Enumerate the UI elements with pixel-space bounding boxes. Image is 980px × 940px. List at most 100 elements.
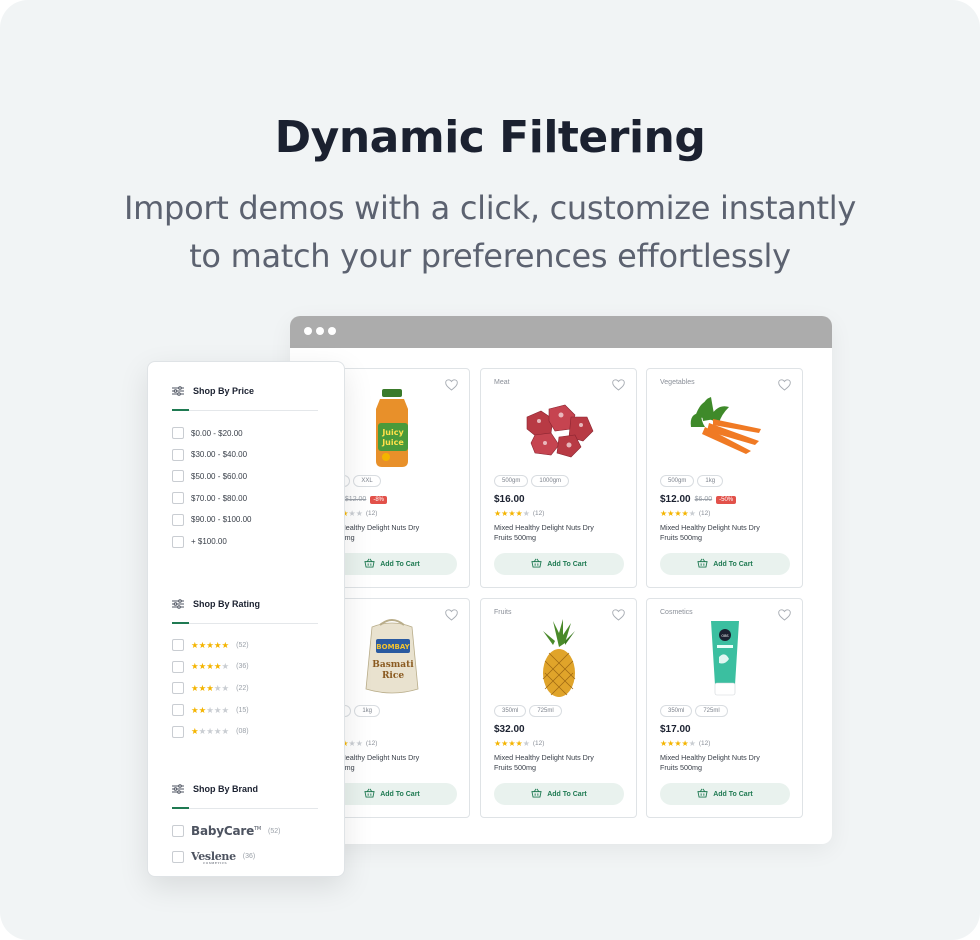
basket-icon	[531, 788, 542, 800]
add-to-cart-button[interactable]: Add To Cart	[660, 553, 790, 575]
add-to-cart-button[interactable]: Add To Cart	[494, 553, 624, 575]
brand-count: (52)	[268, 827, 281, 835]
product-card[interactable]: Cosmetics OBS 350ml 725ml $17.00 ★★★★★ (12) Mix…	[646, 598, 803, 818]
rating-filter-option[interactable]: ★★★★★ (15)	[172, 704, 249, 717]
product-name[interactable]: xed Healthy Delight Nuts Drys 500mg	[327, 753, 457, 773]
product-category: Meat	[494, 379, 510, 386]
checkbox[interactable]	[172, 725, 184, 738]
price-range-label: $90.00 - $100.00	[191, 515, 252, 525]
wishlist-heart-icon[interactable]	[445, 378, 458, 391]
rating-filter-option[interactable]: ★★★★★ (36)	[172, 660, 249, 673]
product-image-meat-cubes[interactable]	[509, 387, 609, 469]
product-price: $17.00	[660, 724, 691, 735]
add-to-cart-button[interactable]: Add To Cart	[660, 783, 790, 805]
variant-tag[interactable]: 1000gm	[531, 475, 570, 487]
checkbox[interactable]	[172, 704, 184, 717]
price-filter-option[interactable]: $0.00 - $20.00	[172, 427, 243, 439]
product-image-juice-bottle[interactable]: Juicy Juice	[342, 387, 442, 469]
wishlist-heart-icon[interactable]	[445, 608, 458, 621]
variant-tag[interactable]: 725ml	[529, 705, 562, 717]
rating-count: (52)	[236, 641, 249, 649]
brand-option-veslene[interactable]: Veslene COSMETICS (36)	[172, 850, 256, 865]
price-filter-option[interactable]: + $100.00	[172, 535, 227, 548]
filter-divider	[172, 807, 318, 809]
checkbox[interactable]	[172, 513, 184, 526]
rating-stars-icon: ★★★★★	[191, 704, 230, 715]
brand-count: (36)	[242, 853, 256, 860]
price-filter-option[interactable]: $70.00 - $80.00	[172, 492, 247, 505]
variant-tag[interactable]: XXL	[353, 475, 381, 487]
product-card[interactable]: Vegetables 500gm 1kg $12.00 $6.00 -50% ★★★★★ (1…	[646, 368, 803, 588]
wishlist-heart-icon[interactable]	[612, 608, 625, 621]
product-image-carrots[interactable]	[675, 387, 775, 469]
variant-tag[interactable]: 500gm	[494, 475, 529, 487]
product-category: Fruits	[494, 609, 512, 616]
variant-tag[interactable]: 500gm	[660, 475, 695, 487]
product-rating: ★★★★★(12)	[660, 739, 710, 748]
price-filter-option[interactable]: $30.00 - $40.00	[172, 448, 247, 461]
filter-heading-label: Shop By Rating	[193, 599, 260, 609]
brand-option-babycare[interactable]: BabyCareTM (52)	[172, 824, 280, 838]
basket-icon	[531, 558, 542, 570]
hero-subtitle-line-2: to match your preferences effortlessly	[189, 237, 791, 275]
price-row: $17.00	[660, 724, 691, 735]
price-filter-option[interactable]: $90.00 - $100.00	[172, 513, 252, 526]
rating-filter-option[interactable]: ★★★★★ (22)	[172, 682, 249, 695]
price-range-label: + $100.00	[191, 537, 227, 546]
wishlist-heart-icon[interactable]	[778, 378, 791, 391]
product-name[interactable]: Mixed Healthy Delight Nuts Dry Fruits 500…	[494, 523, 624, 543]
checkbox[interactable]	[172, 427, 184, 439]
add-to-cart-button[interactable]: Add To Cart	[494, 783, 624, 805]
variant-tag[interactable]: 725ml	[695, 705, 728, 717]
checkbox[interactable]	[172, 825, 184, 837]
variant-tag[interactable]: 1kg	[354, 705, 381, 717]
variant-tag[interactable]: 350ml	[494, 705, 527, 717]
rating-filter-option[interactable]: ★★★★★ (52)	[172, 639, 249, 651]
add-to-cart-button[interactable]: Add To Cart	[327, 553, 457, 575]
product-image-cosmetic-tube[interactable]: OBS	[675, 617, 775, 699]
checkbox[interactable]	[172, 660, 184, 673]
product-name[interactable]: xed Healthy Delight Nuts Drys 500mg	[327, 523, 457, 543]
svg-text:Rice: Rice	[382, 671, 404, 681]
rating-count: (36)	[236, 663, 249, 671]
review-count: (12)	[532, 510, 545, 517]
product-name[interactable]: Mixed Healthy Delight Nuts Dry Fruits 500…	[494, 753, 624, 773]
checkbox[interactable]	[172, 535, 184, 548]
variant-tag[interactable]: 350ml	[660, 705, 693, 717]
svg-text:Basmati: Basmati	[372, 660, 414, 670]
wishlist-heart-icon[interactable]	[612, 378, 625, 391]
variant-tag[interactable]: 1kg	[697, 475, 724, 487]
price-range-label: $0.00 - $20.00	[191, 428, 243, 438]
checkbox[interactable]	[172, 639, 184, 651]
checkbox[interactable]	[172, 448, 184, 461]
rating-stars-icon: ★★★★★	[494, 509, 530, 518]
product-card[interactable]: Fruits 350ml 725ml $32.00 ★★★★★ (12) Mixed Hea…	[480, 598, 637, 818]
svg-text:BOMBAY: BOMBAY	[376, 643, 410, 651]
rating-filter-option[interactable]: ★★★★★ (08)	[172, 725, 249, 738]
product-name[interactable]: Mixed Healthy Delight Nuts Dry Fruits 500…	[660, 753, 790, 773]
price-filter-option[interactable]: $50.00 - $60.00	[172, 470, 248, 483]
product-price: $32.00	[494, 724, 525, 735]
rating-stars-icon: ★★★★★	[191, 661, 230, 672]
review-count: (12)	[532, 740, 545, 747]
rating-stars-icon: ★★★★★	[494, 739, 530, 748]
rating-count: (08)	[236, 728, 249, 736]
add-to-cart-button[interactable]: Add To Cart	[327, 783, 457, 805]
checkbox[interactable]	[172, 850, 184, 863]
product-image-rice-bag[interactable]: BOMBAY Basmati Rice	[342, 617, 442, 699]
product-image-pineapple[interactable]	[509, 617, 609, 699]
checkbox[interactable]	[172, 682, 184, 695]
product-card[interactable]: Meat 500gm 1000gm $16.00 ★★★★★ (12) Mixed Heal…	[480, 368, 637, 588]
discount-badge: -50%	[716, 495, 737, 504]
browser-title-bar	[290, 316, 832, 348]
window-dot	[316, 327, 324, 335]
product-name[interactable]: Mixed Healthy Delight Nuts Dry Fruits 500…	[660, 523, 790, 543]
hero-subtitle: Import demos with a click, customize ins…	[0, 184, 980, 280]
price-range-label: $50.00 - $60.00	[191, 471, 248, 481]
checkbox[interactable]	[172, 470, 184, 483]
svg-text:Juicy: Juicy	[381, 428, 404, 437]
discount-badge: -8%	[370, 495, 387, 504]
checkbox[interactable]	[172, 492, 184, 505]
promo-canvas: Dynamic Filtering Import demos with a cl…	[0, 0, 980, 940]
wishlist-heart-icon[interactable]	[778, 608, 791, 621]
